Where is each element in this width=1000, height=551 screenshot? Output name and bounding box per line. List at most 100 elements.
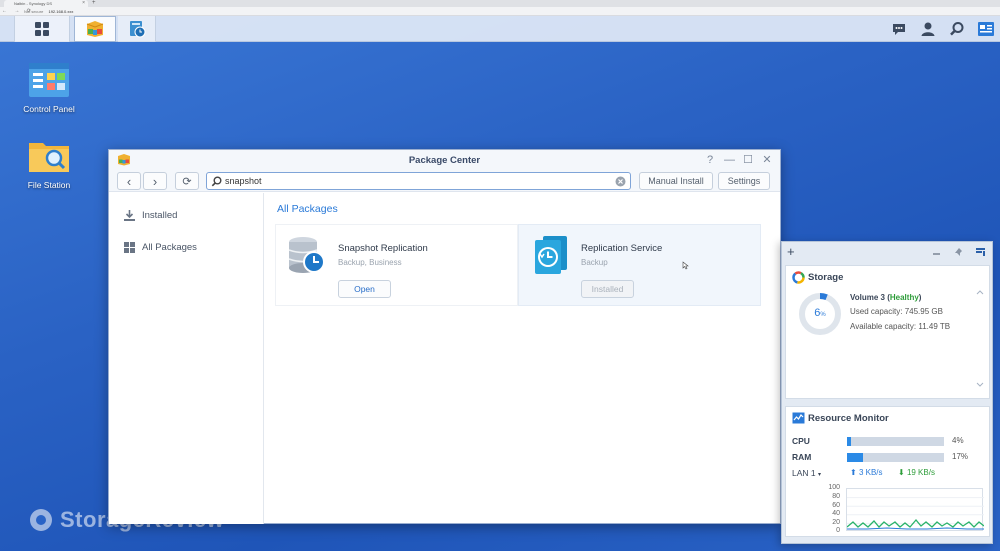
replication-service-icon: [129, 21, 145, 38]
lan-upload-value: 3 KB/s: [858, 468, 883, 477]
download-icon: [124, 210, 135, 221]
storagereview-logo-icon: [30, 509, 52, 531]
open-button[interactable]: Open: [338, 280, 391, 298]
replication-service-icon: [535, 236, 567, 274]
search-button[interactable]: [942, 16, 971, 42]
storage-percent: 6%: [798, 307, 842, 319]
widget-settings-icon[interactable]: [975, 247, 986, 257]
chart-y-tick: 0: [836, 527, 840, 534]
taskbar-package-center[interactable]: [74, 16, 116, 42]
package-name: Replication Service: [581, 243, 663, 254]
section-title: All Packages: [277, 203, 338, 215]
address-bar[interactable]: Not secure 192.168.0.xxx: [24, 8, 994, 15]
control-panel-icon: [29, 63, 69, 97]
cpu-bar-fill: [847, 437, 851, 446]
forward-button[interactable]: ›: [143, 172, 167, 190]
package-toolbar: ‹ › ⟳ Manual Install Settings: [109, 170, 780, 192]
new-tab-icon[interactable]: +: [92, 0, 96, 7]
package-category: Backup: [581, 258, 608, 267]
lan-selector[interactable]: LAN 1 ▾: [792, 468, 821, 478]
main-menu-button[interactable]: [14, 16, 70, 42]
desktop-icon-label: Control Panel: [23, 104, 75, 114]
dsm-taskbar: [0, 16, 1000, 42]
ram-bar: [847, 453, 944, 462]
package-center-icon: [86, 21, 104, 37]
volume-label: Volume 3: [850, 293, 885, 302]
storage-percent-unit: %: [820, 312, 826, 318]
ram-percent: 17%: [952, 452, 969, 461]
widgets-button[interactable]: [971, 16, 1000, 42]
user-icon: [921, 22, 934, 36]
package-list: All Packages Snapshot Replication Backup…: [265, 193, 780, 524]
search-input[interactable]: [225, 175, 605, 187]
chart-y-tick: 20: [832, 519, 840, 526]
help-icon[interactable]: ?: [705, 153, 715, 167]
widgets-header: +: [782, 242, 992, 262]
close-icon[interactable]: ✕: [762, 153, 772, 167]
taskbar-right-icons: [884, 16, 1000, 42]
add-widget-icon[interactable]: +: [787, 244, 795, 259]
package-category: Backup, Business: [338, 258, 402, 267]
chart-y-tick: 60: [832, 502, 840, 509]
storage-donut: 6%: [798, 292, 842, 336]
browser-tab-title: Nalbin - Synology DS: [14, 1, 53, 6]
lan-upload: ⬆ 3 KB/s: [850, 468, 883, 477]
sidebar-item-all-packages[interactable]: All Packages: [123, 241, 197, 254]
widgets-panel: + Storage 6% Volume 3 (Healthy) Used cap…: [781, 241, 993, 544]
window-controls: ? — ☐ ✕: [705, 153, 772, 167]
package-name: Snapshot Replication: [338, 243, 428, 254]
package-sidebar: Installed All Packages: [109, 193, 264, 524]
volume-status: Healthy: [889, 293, 919, 302]
package-center-window: Package Center ? — ☐ ✕ ‹ › ⟳ Manual Inst…: [108, 149, 781, 524]
package-card-snapshot-replication[interactable]: Snapshot Replication Backup, Business Op…: [275, 224, 518, 306]
resource-monitor-icon: [792, 412, 805, 424]
user-button[interactable]: [913, 16, 942, 42]
snapshot-replication-icon: [288, 237, 325, 273]
desktop-icon-file-station[interactable]: File Station: [14, 138, 84, 190]
sidebar-item-label: All Packages: [142, 242, 197, 253]
window-titlebar[interactable]: Package Center ? — ☐ ✕: [109, 150, 780, 170]
taskbar-replication-service[interactable]: [118, 16, 156, 42]
chart-y-tick: 80: [832, 493, 840, 500]
used-capacity: Used capacity: 745.95 GB: [850, 307, 943, 316]
package-search-box[interactable]: [206, 172, 631, 190]
file-station-icon: [29, 143, 69, 172]
grid-icon: [35, 22, 49, 36]
browser-tab[interactable]: Nalbin - Synology DS ×: [4, 0, 88, 7]
package-card-replication-service[interactable]: Replication Service Backup Installed: [518, 224, 761, 306]
installed-button: Installed: [581, 280, 634, 298]
tab-close-icon[interactable]: ×: [82, 0, 85, 7]
mouse-cursor-icon: [682, 261, 689, 270]
resource-monitor-title: Resource Monitor: [808, 413, 889, 424]
lan-download: ⬇ 19 KB/s: [898, 468, 935, 477]
maximize-icon[interactable]: ☐: [743, 153, 753, 167]
url-host: 192.168.0.xxx: [48, 9, 74, 14]
cpu-percent: 4%: [952, 436, 964, 445]
storage-icon: [792, 271, 805, 284]
network-chart-svg: [846, 497, 985, 530]
chart-y-tick: 40: [832, 510, 840, 517]
minimize-icon[interactable]: [932, 249, 941, 258]
upload-arrow-icon: ⬆: [850, 468, 857, 477]
volume-name: Volume 3 (Healthy): [850, 293, 922, 302]
notifications-button[interactable]: [884, 16, 913, 42]
refresh-button[interactable]: ⟳: [175, 172, 199, 190]
cpu-bar: [847, 437, 944, 446]
manual-install-button[interactable]: Manual Install: [639, 172, 713, 190]
settings-button[interactable]: Settings: [718, 172, 770, 190]
ram-label: RAM: [792, 452, 812, 462]
desktop-icon-label: File Station: [27, 180, 71, 190]
all-packages-icon: [124, 242, 135, 253]
clear-search-icon[interactable]: [615, 176, 626, 187]
storage-title: Storage: [808, 272, 844, 283]
minimize-icon[interactable]: —: [724, 153, 735, 167]
desktop-icon-control-panel[interactable]: Control Panel: [14, 62, 84, 114]
chevron-up-icon[interactable]: [976, 290, 984, 295]
back-button[interactable]: ‹: [117, 172, 141, 190]
resource-monitor-widget: Resource Monitor CPU 4% RAM 17% LAN 1 ▾ …: [785, 406, 990, 537]
network-chart: [846, 488, 985, 531]
sidebar-item-installed[interactable]: Installed: [123, 209, 177, 222]
chevron-down-icon[interactable]: [976, 382, 984, 387]
pin-icon[interactable]: [954, 247, 964, 257]
sidebar-item-label: Installed: [142, 210, 178, 221]
